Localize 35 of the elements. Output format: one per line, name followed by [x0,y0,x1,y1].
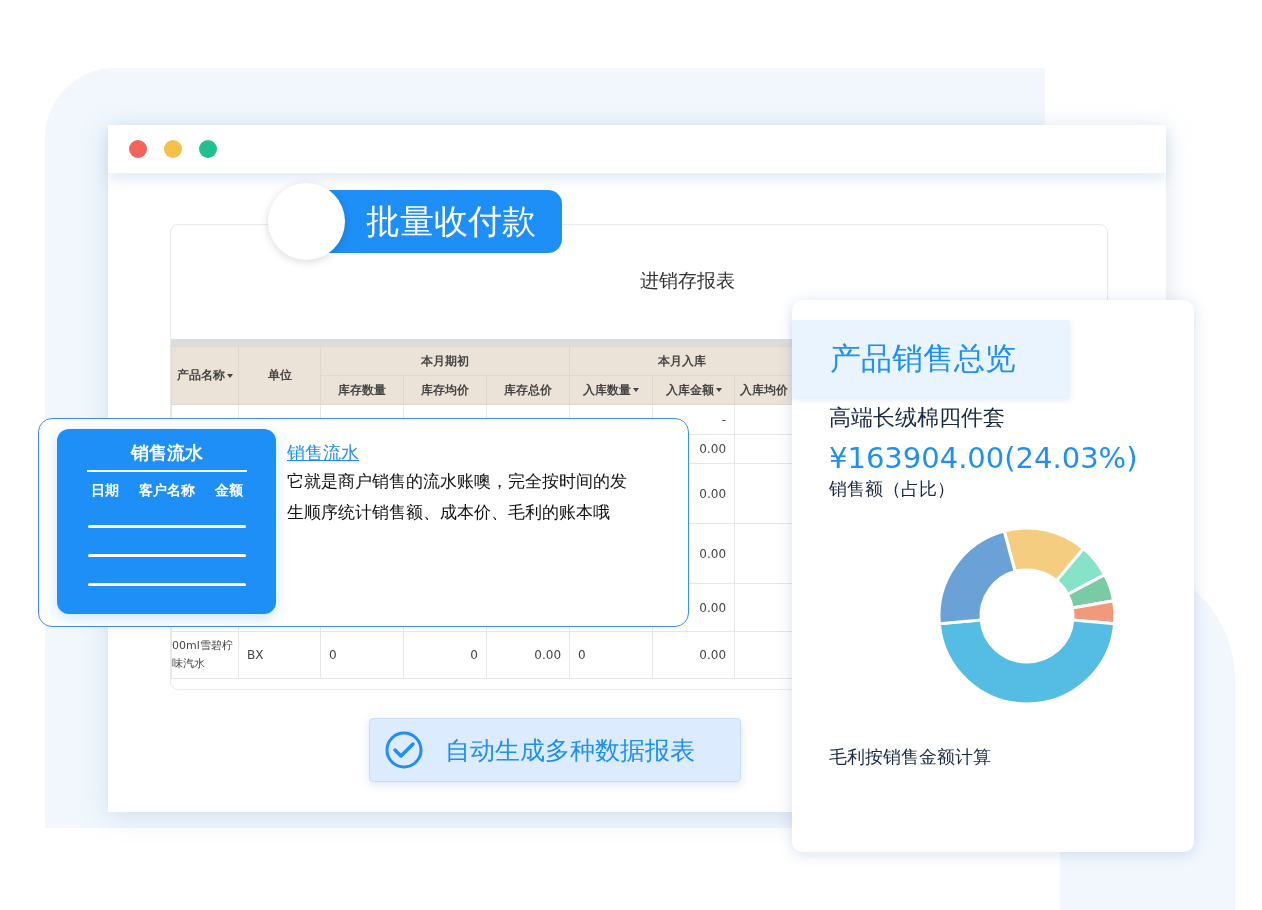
check-circle-icon [385,731,423,769]
feature-label: 自动生成多种数据报表 [445,734,695,767]
description-text: 它就是商户销售的流水账噢，完全按时间的发生顺序统计销售额、成本价、毛利的账本哦 [287,470,628,524]
table-cell: 0 [569,631,653,679]
column-header[interactable]: 入库数量 [569,375,653,405]
card-title: 销售流水 [130,441,203,465]
table-cell: BX [238,631,321,679]
window-control-icon[interactable] [129,140,147,158]
table-cell: 00ml雪碧柠味汽水 [171,631,239,679]
column-header[interactable]: 产品名称 [171,346,239,405]
column-header: 库存均价 [403,375,487,405]
column-header: 库存数量 [320,375,404,405]
window-control-icon[interactable] [199,140,217,158]
column-header[interactable]: 入库金额 [652,375,735,405]
caret-icon [633,388,639,392]
column-header: 库存总价 [486,375,570,405]
table-cell: 0 [320,631,404,679]
caret-icon [227,373,233,378]
table-cell: 0 [403,631,487,679]
column-header: 单位 [238,346,321,405]
table-cell: 0.00 [486,631,570,679]
card-column-label: 日期 [90,482,119,500]
card-column-label: 客户名称 [138,482,195,500]
product-name: 高端长绒棉四件套 [829,404,1006,432]
card-column-label: 金额 [214,482,243,500]
amount-label: 销售额（占比） [829,478,956,501]
report-title: 进销存报表 [638,268,736,293]
footnote-text: 毛利按销售金额计算 [829,746,992,769]
table-cell: 0.00 [652,631,735,679]
card-title: 产品销售总览 [792,320,1070,397]
sales-amount: ¥163904.00(24.03%) [829,441,1139,475]
caret-icon [715,388,722,392]
window-control-icon[interactable] [164,140,182,158]
column-group-header: 本月入库 [569,346,793,376]
column-group-header: 本月期初 [320,346,570,376]
